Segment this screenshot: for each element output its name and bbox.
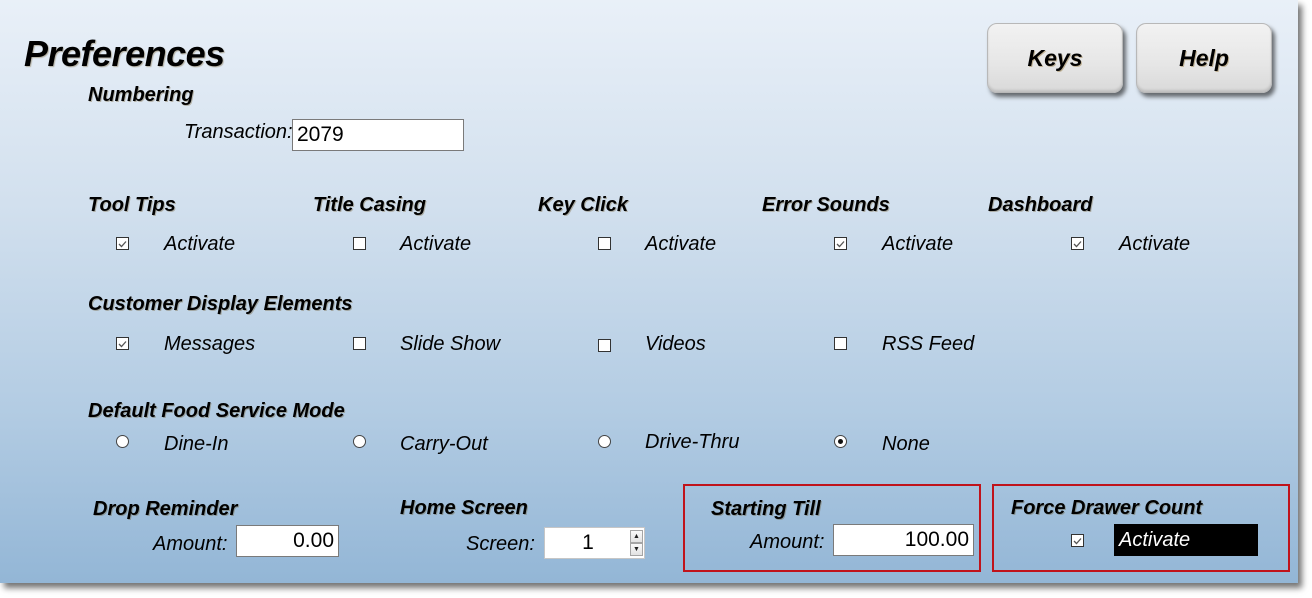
starting-till-amount-input[interactable]: 100.00 — [833, 524, 974, 556]
page-title: Preferences — [24, 33, 225, 74]
display-element-label: Slide Show — [400, 333, 501, 355]
toggle-heading: Title Casing — [313, 194, 426, 216]
drop-reminder-amount-input[interactable]: 0.00 — [236, 525, 339, 557]
toggle-checkbox[interactable] — [116, 237, 129, 250]
toggle-label: Activate — [400, 233, 472, 255]
checkmark-icon — [118, 240, 127, 248]
keys-button[interactable]: Keys — [987, 23, 1123, 93]
radio-selected-dot — [838, 439, 843, 444]
checkmark-icon — [1073, 537, 1082, 545]
checkmark-icon — [118, 340, 127, 348]
home-screen-spinner[interactable]: 1 ▲ ▼ — [544, 527, 645, 559]
toggle-heading: Tool Tips — [88, 194, 176, 216]
toggle-checkbox[interactable] — [1071, 237, 1084, 250]
spinner-down-button[interactable]: ▼ — [630, 543, 643, 556]
display-element-label: Messages — [164, 333, 256, 355]
display-element-checkbox[interactable] — [834, 337, 847, 350]
food-service-mode-label: Drive-Thru — [645, 431, 740, 453]
transaction-label: Transaction: — [184, 121, 293, 143]
food-service-mode-label: Carry-Out — [400, 433, 488, 455]
numbering-heading: Numbering — [88, 84, 194, 106]
home-screen-value[interactable]: 1 — [545, 528, 631, 558]
food-service-mode-radio[interactable] — [598, 435, 611, 448]
checkmark-icon — [836, 240, 845, 248]
food-service-mode-heading: Default Food Service Mode — [88, 400, 345, 422]
food-service-mode-label: Dine-In — [164, 433, 229, 455]
customer-display-heading: Customer Display Elements — [88, 293, 353, 315]
force-drawer-count-label[interactable]: Activate — [1114, 524, 1258, 556]
toggle-label: Activate — [164, 233, 236, 255]
display-element-checkbox[interactable] — [116, 337, 129, 350]
food-service-mode-label: None — [882, 433, 930, 455]
toggle-heading: Error Sounds — [762, 194, 890, 216]
force-drawer-count-checkbox[interactable] — [1071, 534, 1084, 547]
display-element-label: RSS Feed — [882, 333, 975, 355]
transaction-number-input[interactable]: 2079 — [292, 119, 464, 151]
force-drawer-count-heading: Force Drawer Count — [1011, 497, 1203, 519]
starting-till-amount-label: Amount: — [750, 531, 825, 553]
drop-reminder-amount-label: Amount: — [153, 533, 228, 555]
toggle-heading: Key Click — [538, 194, 629, 216]
toggle-checkbox[interactable] — [834, 237, 847, 250]
display-element-label: Videos — [645, 333, 706, 355]
food-service-mode-radio[interactable] — [834, 435, 847, 448]
toggle-label: Activate — [1119, 233, 1191, 255]
home-screen-heading: Home Screen — [400, 497, 528, 519]
preferences-panel: Preferences Keys Help Numbering Transact… — [0, 0, 1298, 583]
toggle-heading: Dashboard — [988, 194, 1093, 216]
food-service-mode-radio[interactable] — [116, 435, 129, 448]
starting-till-heading: Starting Till — [711, 498, 821, 520]
checkmark-icon — [1073, 240, 1082, 248]
toggle-checkbox[interactable] — [598, 237, 611, 250]
drop-reminder-heading: Drop Reminder — [93, 498, 238, 520]
caret-up-icon: ▲ — [633, 533, 640, 540]
caret-down-icon: ▼ — [633, 546, 640, 553]
toggle-checkbox[interactable] — [353, 237, 366, 250]
spinner-up-button[interactable]: ▲ — [630, 530, 643, 543]
help-button[interactable]: Help — [1136, 23, 1272, 93]
toggle-label: Activate — [882, 233, 954, 255]
food-service-mode-radio[interactable] — [353, 435, 366, 448]
display-element-checkbox[interactable] — [598, 339, 611, 352]
toggle-label: Activate — [645, 233, 717, 255]
display-element-checkbox[interactable] — [353, 337, 366, 350]
home-screen-label: Screen: — [466, 533, 535, 555]
